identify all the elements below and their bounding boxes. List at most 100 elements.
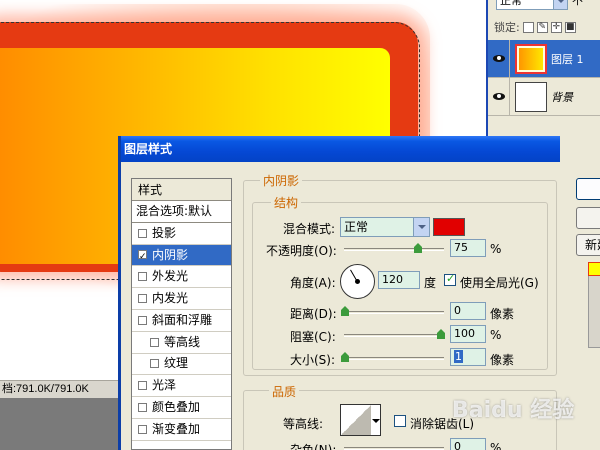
noise-input[interactable]: 0 <box>450 438 486 450</box>
choke-input[interactable]: 100 <box>450 325 486 343</box>
antialias-checkbox[interactable] <box>394 415 406 427</box>
distance-label: 距离(D): <box>290 307 337 321</box>
style-item-label: 斜面和浮雕 <box>152 312 213 327</box>
visibility-eye-icon[interactable] <box>488 77 510 116</box>
cancel-button[interactable] <box>576 207 600 229</box>
opacity-label: 不透明度(O): <box>266 244 337 258</box>
lock-brush-icon[interactable]: ✎ <box>536 21 548 33</box>
style-item-color-overlay[interactable]: 颜色叠加 <box>132 397 231 419</box>
style-item-satin[interactable]: 光泽 <box>132 375 231 398</box>
checkbox[interactable] <box>150 359 159 369</box>
use-global-light-checkbox[interactable]: ✓ <box>444 272 456 286</box>
blend-mode-value: 正常 <box>344 220 369 234</box>
lock-all-icon[interactable]: ■ <box>564 21 576 33</box>
angle-input[interactable]: 120 <box>378 271 420 289</box>
distance-unit: 像素 <box>490 307 515 321</box>
style-item-inner-shadow[interactable]: 内阴影 <box>132 244 231 268</box>
style-item-drop-shadow[interactable]: 投影 <box>132 223 231 245</box>
contour-preview[interactable] <box>340 404 372 436</box>
choke-unit: % <box>490 328 502 342</box>
style-item-label: 光泽 <box>152 378 177 393</box>
style-item-label: 渐变叠加 <box>152 421 201 436</box>
shadow-color-swatch[interactable] <box>433 218 465 236</box>
choke-label: 阻塞(C): <box>290 330 336 344</box>
ok-button[interactable] <box>576 178 600 200</box>
blend-options-item[interactable]: 混合选项:默认 <box>132 201 231 223</box>
workspace-background <box>0 398 118 450</box>
lock-row: 锁定: ✎ ✛ ■ <box>494 18 576 36</box>
checkbox[interactable] <box>138 403 147 413</box>
contour-label: 等高线: <box>283 417 324 431</box>
structure-title: 结构 <box>271 194 302 211</box>
layer-thumbnail <box>515 81 547 112</box>
angle-center-dot <box>355 279 360 284</box>
checkbox[interactable] <box>138 247 147 268</box>
layer-opacity-label: 不 <box>572 0 583 7</box>
layer-name: 图层 1 <box>551 52 584 66</box>
chevron-down-icon[interactable] <box>371 404 381 436</box>
distance-input[interactable]: 0 <box>450 302 486 320</box>
style-item-outer-glow[interactable]: 外发光 <box>132 266 231 289</box>
angle-dial[interactable] <box>340 264 375 299</box>
chevron-down-icon[interactable] <box>553 0 567 9</box>
checkbox[interactable] <box>150 337 159 347</box>
checkbox[interactable] <box>138 272 147 282</box>
layer-blend-mode-select[interactable]: 正常 <box>496 0 568 10</box>
lock-label: 锁定: <box>494 21 520 34</box>
layer-row-background[interactable]: 背景 <box>488 77 600 116</box>
style-list-header[interactable]: 样式 <box>132 179 231 201</box>
style-item-label: 内发光 <box>152 291 189 306</box>
size-slider-track[interactable] <box>344 357 444 360</box>
style-item-inner-glow[interactable]: 内发光 <box>132 288 231 310</box>
style-list: 样式 混合选项:默认 投影 内阴影 外发光 内发光 斜面和浮雕 等高线 纹理 光… <box>131 178 232 450</box>
layer-thumbnail <box>515 43 547 74</box>
choke-slider-track[interactable] <box>344 334 444 337</box>
new-style-button[interactable]: 新建 <box>576 234 600 256</box>
layers-panel: 正常 不 锁定: ✎ ✛ ■ 图层 1 背景 <box>486 0 600 136</box>
size-label: 大小(S): <box>290 353 336 367</box>
style-item-gradient-overlay[interactable]: 渐变叠加 <box>132 419 231 441</box>
style-item-bevel-emboss[interactable]: 斜面和浮雕 <box>132 310 231 332</box>
preview-swatch <box>588 262 600 276</box>
dialog-title-bar[interactable]: 图层样式 <box>121 136 560 162</box>
use-global-light-label[interactable]: 使用全局光(G) <box>460 274 539 291</box>
style-item-label: 外发光 <box>152 269 189 284</box>
checkbox[interactable] <box>138 228 147 238</box>
lock-move-icon[interactable]: ✛ <box>550 21 562 33</box>
checkbox[interactable] <box>138 424 147 434</box>
style-item-label: 内阴影 <box>152 247 189 262</box>
layer-name: 背景 <box>551 90 573 104</box>
noise-unit: % <box>490 441 502 450</box>
visibility-eye-icon[interactable] <box>488 39 510 78</box>
quality-title: 品质 <box>269 383 300 400</box>
size-input[interactable]: 1 <box>450 348 486 366</box>
angle-label: 角度(A): <box>290 276 336 290</box>
doc-size-readout: 档:791.0K/791.0K <box>2 383 89 395</box>
blend-mode-label: 混合模式: <box>283 222 336 236</box>
style-item-contour[interactable]: 等高线 <box>132 332 231 354</box>
lock-transparency-icon[interactable] <box>522 21 534 33</box>
layer-row-layer1[interactable]: 图层 1 <box>488 39 600 78</box>
opacity-unit: % <box>490 242 502 256</box>
opacity-input[interactable]: 75 <box>450 239 486 257</box>
checkbox[interactable] <box>138 315 147 325</box>
style-item-label: 投影 <box>152 225 177 240</box>
style-item-texture[interactable]: 纹理 <box>132 354 231 376</box>
size-unit: 像素 <box>490 353 515 367</box>
style-item-label: 等高线 <box>164 334 201 349</box>
checkbox[interactable] <box>138 381 147 391</box>
size-value: 1 <box>454 350 463 363</box>
chevron-down-icon[interactable] <box>413 218 429 236</box>
opacity-slider-track[interactable] <box>344 248 444 251</box>
inner-shadow-title: 内阴影 <box>260 172 303 189</box>
status-bar: 档:791.0K/791.0K <box>0 380 118 398</box>
dialog-title: 图层样式 <box>124 142 173 156</box>
angle-unit: 度 <box>424 276 437 290</box>
checkbox[interactable] <box>138 294 147 304</box>
noise-label: 杂色(N): <box>290 443 337 450</box>
watermark: Baidu 经验 <box>452 398 575 423</box>
style-item-label: 纹理 <box>164 356 189 371</box>
style-item-label: 颜色叠加 <box>152 400 201 415</box>
distance-slider-track[interactable] <box>344 311 444 314</box>
layer-blend-mode-value: 正常 <box>500 0 522 7</box>
